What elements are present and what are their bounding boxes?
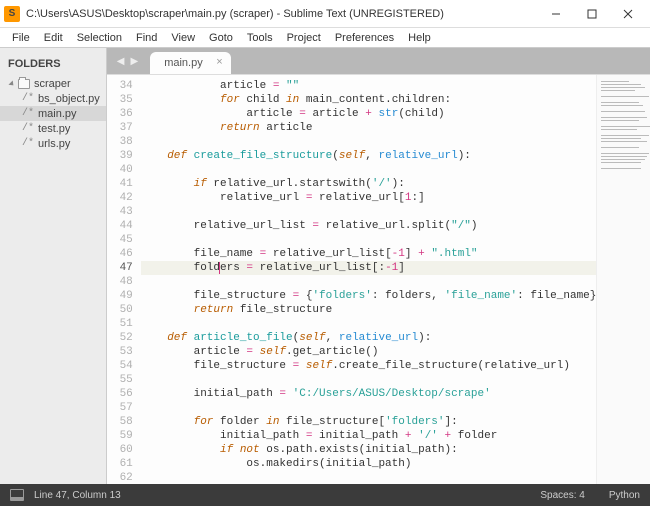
statusbar: Line 47, Column 13 Spaces: 4 Python [0,484,650,506]
menu-tools[interactable]: Tools [241,30,279,46]
tree-file[interactable]: /* urls.py [0,136,106,151]
chevron-down-icon [8,80,15,87]
app-icon: S [4,6,20,22]
tree-file[interactable]: /* main.py [0,106,106,121]
menu-find[interactable]: Find [130,30,163,46]
menu-goto[interactable]: Goto [203,30,239,46]
titlebar: S C:\Users\ASUS\Desktop\scraper\main.py … [0,0,650,28]
folder-icon [18,79,30,89]
tree-file-label: main.py [38,108,77,120]
close-icon[interactable]: × [216,56,222,68]
status-syntax[interactable]: Python [609,490,640,501]
menu-preferences[interactable]: Preferences [329,30,400,46]
menu-file[interactable]: File [6,30,36,46]
file-icon: /* [22,93,34,104]
status-position[interactable]: Line 47, Column 13 [34,490,121,501]
editor-area: ◀ ▶ main.py × 34353637383940414243444546… [107,48,650,484]
minimize-button[interactable] [538,1,574,27]
menu-view[interactable]: View [165,30,201,46]
menu-selection[interactable]: Selection [71,30,128,46]
tab-main[interactable]: main.py × [150,52,231,74]
file-icon: /* [22,108,34,119]
tree-folder-label: scraper [34,78,71,90]
code-editor[interactable]: article = "" for child in main_content.c… [141,75,597,484]
menubar: FileEditSelectionFindViewGotoToolsProjec… [0,28,650,48]
tree-file[interactable]: /* test.py [0,121,106,136]
tree-file-label: test.py [38,123,70,135]
folder-tree: scraper /* bs_object.py /* main.py /* test.py… [0,74,106,153]
tab-prev-icon[interactable]: ◀ [117,56,125,67]
line-gutter[interactable]: 3435363738394041424344454647484950515253… [107,75,141,484]
maximize-button[interactable] [574,1,610,27]
tree-file-label: bs_object.py [38,93,100,105]
tree-folder-root[interactable]: scraper [0,76,106,91]
menu-help[interactable]: Help [402,30,437,46]
tree-file-label: urls.py [38,138,70,150]
file-icon: /* [22,123,34,134]
tree-file[interactable]: /* bs_object.py [0,91,106,106]
minimap[interactable] [596,75,650,484]
file-icon: /* [22,138,34,149]
menu-project[interactable]: Project [281,30,327,46]
sidebar: FOLDERS scraper /*bs_object.py/*main.py/… [0,48,107,484]
window-title: C:\Users\ASUS\Desktop\scraper\main.py (s… [26,8,538,20]
close-button[interactable] [610,1,646,27]
sidebar-heading: FOLDERS [0,54,106,74]
tab-label: main.py [164,57,203,69]
status-spaces[interactable]: Spaces: 4 [540,490,584,501]
tab-next-icon[interactable]: ▶ [130,56,138,67]
menu-edit[interactable]: Edit [38,30,69,46]
tab-row: ◀ ▶ main.py × [107,48,650,74]
panel-icon[interactable] [10,489,24,501]
